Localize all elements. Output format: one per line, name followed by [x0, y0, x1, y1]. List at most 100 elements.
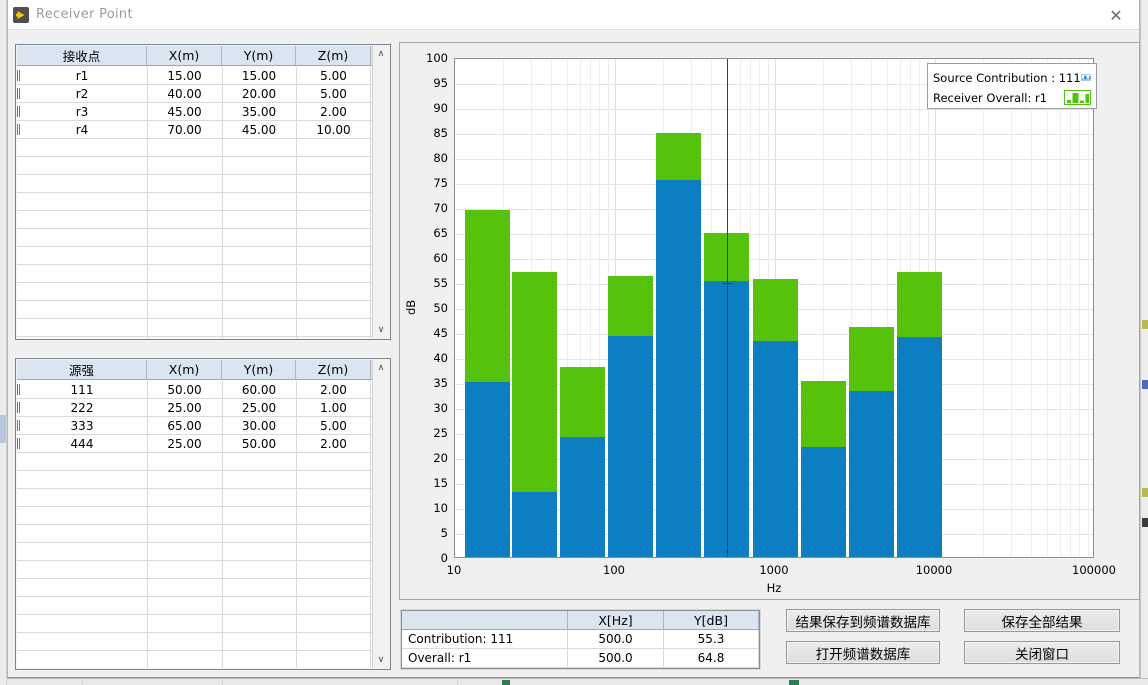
scroll-up-icon[interactable]: ∧: [373, 46, 389, 62]
save-to-spectrum-db-button[interactable]: 结果保存到频谱数据库: [786, 609, 940, 632]
receiver-table-cell[interactable]: 40.00: [147, 85, 222, 103]
plot-area[interactable]: [454, 58, 1094, 558]
source-table-header-cell[interactable]: 源强: [17, 360, 147, 379]
receiver-table-cell[interactable]: 5.00: [296, 85, 371, 103]
cursor-table-row[interactable]: Overall: r1500.064.8: [402, 649, 759, 668]
receiver-table-cell[interactable]: 5.00: [296, 67, 371, 85]
receiver-table: 接收点X(m)Y(m)Z(m)r115.0015.005.00r240.0020…: [15, 44, 391, 340]
y-tick-label: 15: [402, 476, 448, 490]
receiver-table-row[interactable]: r115.0015.005.00: [17, 67, 372, 85]
close-icon[interactable]: ✕: [1103, 4, 1129, 26]
source-table-cell[interactable]: 222: [17, 399, 147, 417]
gridline: [983, 59, 984, 557]
legend-label: Receiver Overall: r1: [933, 91, 1047, 105]
receiver-table-cell[interactable]: 15.00: [147, 67, 222, 85]
y-tick-label: 30: [402, 401, 448, 415]
receiver-table-scrollbar[interactable]: ∧∨: [372, 46, 389, 338]
x-axis-label: Hz: [734, 581, 814, 595]
cursor-table-cell[interactable]: 64.8: [664, 649, 759, 668]
cursor-table-row[interactable]: Contribution: 111500.055.3: [402, 630, 759, 649]
gridline: [1088, 59, 1089, 557]
source-table-body[interactable]: 11150.0060.002.0022225.0025.001.0033365.…: [17, 381, 372, 668]
cursor-table: X[Hz]Y[dB]Contribution: 111500.055.3Over…: [401, 610, 760, 669]
cursor-table-cell[interactable]: 500.0: [568, 630, 664, 649]
receiver-table-cell[interactable]: r1: [17, 67, 147, 85]
gridline: [750, 59, 751, 557]
cursor-table-header-cell: X[Hz]: [568, 611, 664, 630]
cursor-table-header-cell: [402, 611, 568, 630]
source-table-cell[interactable]: 50.00: [147, 381, 222, 399]
source-table-cell[interactable]: 2.00: [296, 381, 371, 399]
source-table-cell[interactable]: 25.00: [222, 399, 296, 417]
receiver-table-cell[interactable]: 45.00: [222, 121, 296, 139]
source-table-cell[interactable]: 60.00: [222, 381, 296, 399]
scroll-up-icon[interactable]: ∧: [373, 360, 389, 376]
source-table-cell[interactable]: 444: [17, 435, 147, 453]
receiver-table-cell[interactable]: 15.00: [222, 67, 296, 85]
receiver-table-row[interactable]: r240.0020.005.00: [17, 85, 372, 103]
cursor-table-cell[interactable]: Overall: r1: [402, 649, 568, 668]
source-table-cell[interactable]: 25.00: [147, 435, 222, 453]
source-table-cell[interactable]: 2.00: [296, 435, 371, 453]
cursor-table-cell[interactable]: 55.3: [664, 630, 759, 649]
bar-contribution: [512, 492, 557, 557]
source-table-row[interactable]: 44425.0050.002.00: [17, 435, 372, 453]
source-table-row[interactable]: 22225.0025.001.00: [17, 399, 372, 417]
open-spectrum-db-button[interactable]: 打开频谱数据库: [786, 641, 940, 664]
receiver-table-cell[interactable]: 20.00: [222, 85, 296, 103]
receiver-table-header-cell[interactable]: Z(m): [296, 46, 371, 65]
receiver-table-cell[interactable]: 45.00: [147, 103, 222, 121]
source-table-cell[interactable]: 5.00: [296, 417, 371, 435]
scroll-down-icon[interactable]: ∨: [373, 322, 389, 338]
source-table-cell[interactable]: 50.00: [222, 435, 296, 453]
source-table-scrollbar[interactable]: ∧∨: [372, 360, 389, 668]
receiver-table-cell[interactable]: 10.00: [296, 121, 371, 139]
receiver-table-row[interactable]: r470.0045.0010.00: [17, 121, 372, 139]
source-table-cell[interactable]: 25.00: [147, 399, 222, 417]
source-table-header-cell[interactable]: Y(m): [222, 360, 296, 379]
legend-item-overall[interactable]: Receiver Overall: r1: [933, 88, 1091, 107]
source-table-header: 源强X(m)Y(m)Z(m): [17, 360, 372, 380]
row-marker-icon: [17, 106, 21, 117]
receiver-table-cell[interactable]: r3: [17, 103, 147, 121]
receiver-table-cell[interactable]: 70.00: [147, 121, 222, 139]
receiver-table-cell[interactable]: 35.00: [222, 103, 296, 121]
scroll-down-icon[interactable]: ∨: [373, 652, 389, 668]
x-tick-label: 100000: [1054, 563, 1134, 577]
row-marker-icon: [17, 420, 21, 431]
source-table-cell[interactable]: 1.00: [296, 399, 371, 417]
bar-contribution: [608, 336, 653, 558]
source-table-cell[interactable]: 65.00: [147, 417, 222, 435]
cursor-table-cell[interactable]: 500.0: [568, 649, 664, 668]
close-window-button[interactable]: 关闭窗口: [964, 641, 1120, 664]
row-marker-icon: [17, 70, 21, 81]
source-table-row[interactable]: 33365.0030.005.00: [17, 417, 372, 435]
row-marker-icon: [17, 124, 21, 135]
receiver-table-cell[interactable]: 2.00: [296, 103, 371, 121]
source-table-header-cell[interactable]: X(m): [147, 360, 222, 379]
receiver-table-cell[interactable]: r2: [17, 85, 147, 103]
receiver-table-cell[interactable]: r4: [17, 121, 147, 139]
save-all-results-button[interactable]: 保存全部结果: [964, 609, 1120, 632]
receiver-table-header-cell[interactable]: 接收点: [17, 46, 147, 65]
source-table-header-cell[interactable]: Z(m): [296, 360, 371, 379]
y-tick-label: 85: [402, 126, 448, 140]
receiver-table-header-cell[interactable]: X(m): [147, 46, 222, 65]
legend-item-contribution[interactable]: Source Contribution : 111: [933, 68, 1091, 87]
y-tick-label: 10: [402, 501, 448, 515]
chart-legend: Source Contribution : 111 Receiver Overa…: [927, 63, 1097, 109]
receiver-table-row[interactable]: r345.0035.002.00: [17, 103, 372, 121]
cursor-crosshair[interactable]: [723, 283, 732, 284]
chart-panel: dB 0510152025303540455055606570758085909…: [399, 42, 1140, 600]
y-tick-label: 25: [402, 426, 448, 440]
cursor-table-cell[interactable]: Contribution: 111: [402, 630, 568, 649]
receiver-table-header-cell[interactable]: Y(m): [222, 46, 296, 65]
source-table-cell[interactable]: 333: [17, 417, 147, 435]
receiver-table-body[interactable]: r115.0015.005.00r240.0020.005.00r345.003…: [17, 67, 372, 338]
cursor-line[interactable]: [727, 59, 728, 557]
source-table-cell[interactable]: 30.00: [222, 417, 296, 435]
source-table-row[interactable]: 11150.0060.002.00: [17, 381, 372, 399]
cursor-table-header: X[Hz]Y[dB]: [402, 611, 759, 630]
source-table-cell[interactable]: 111: [17, 381, 147, 399]
y-tick-label: 80: [402, 151, 448, 165]
